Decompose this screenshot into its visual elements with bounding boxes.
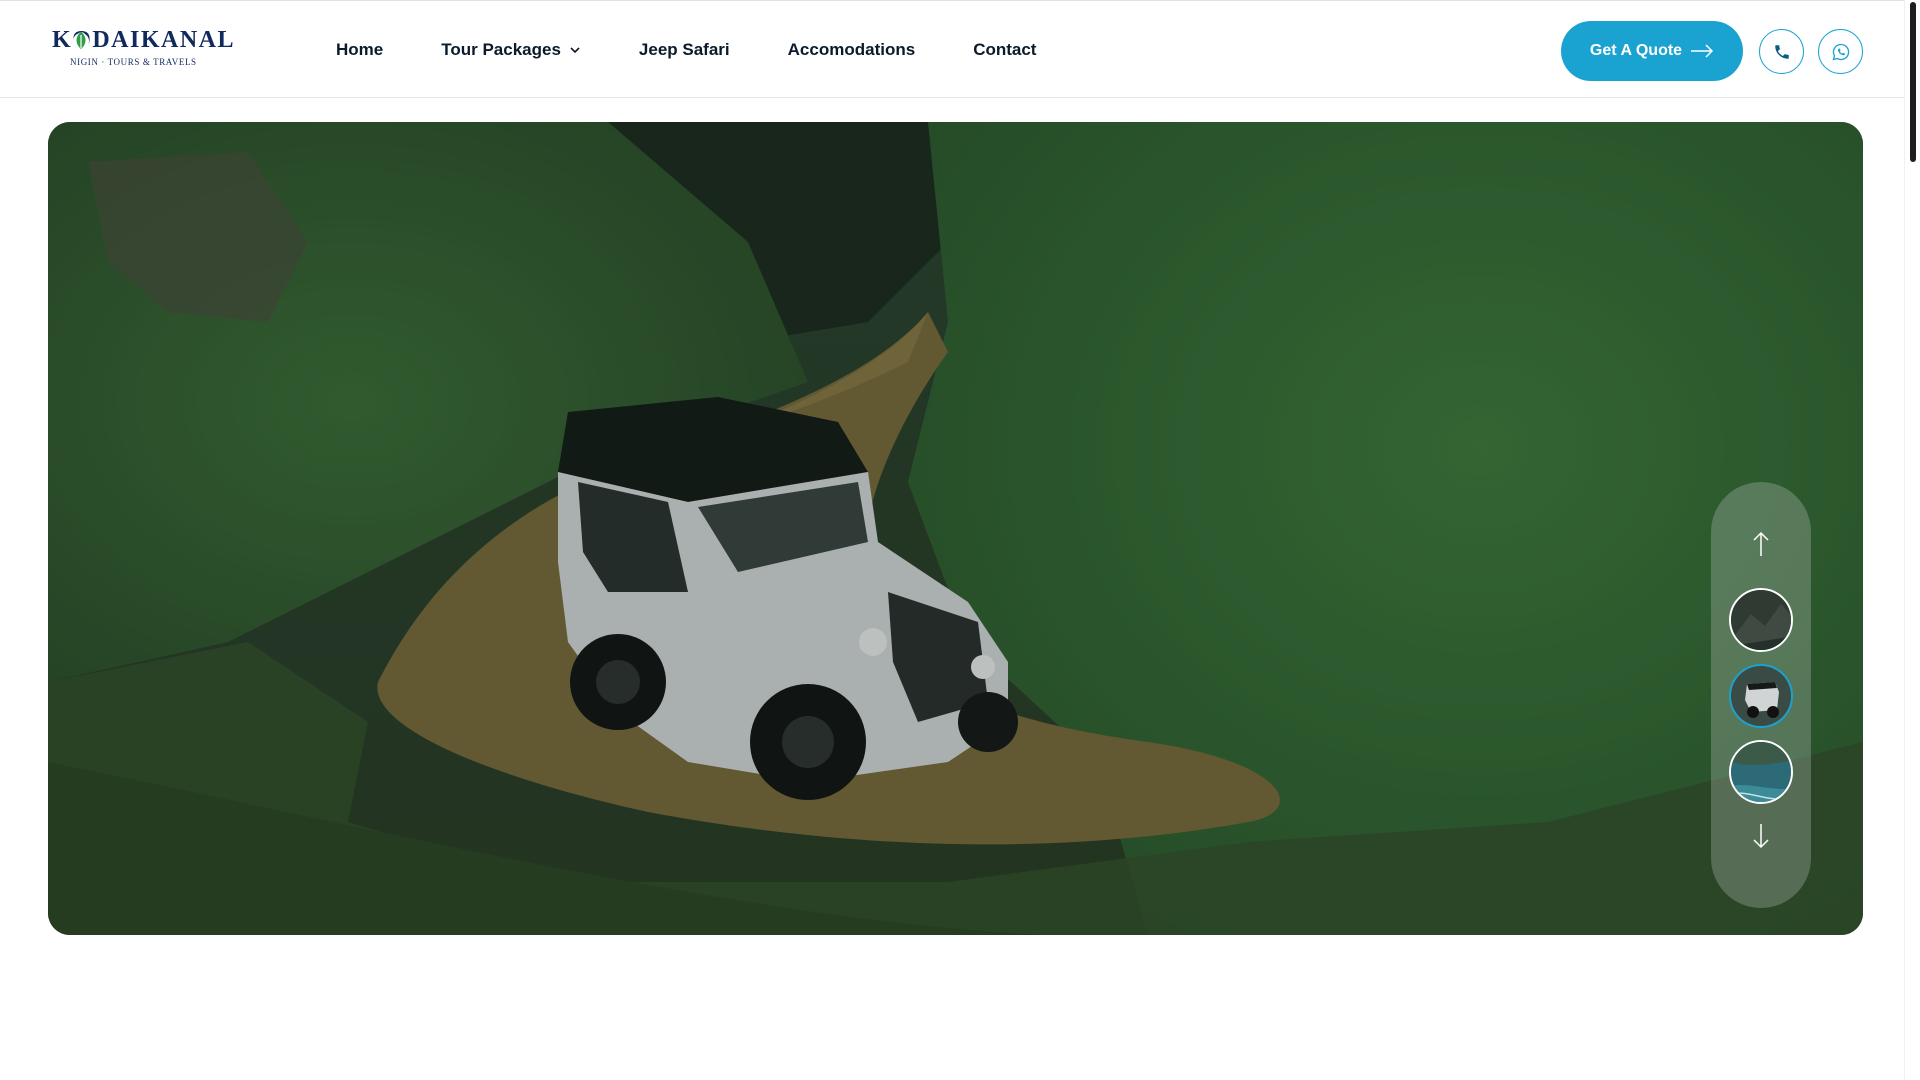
nav-home-label: Home	[336, 40, 384, 59]
get-a-quote-label: Get A Quote	[1589, 42, 1683, 59]
get-a-quote-button[interactable]: Get A Quote	[1561, 21, 1743, 81]
hero-banner	[48, 122, 1863, 935]
chevron-down-icon	[570, 47, 580, 54]
nav-home[interactable]: Home	[336, 40, 383, 60]
jeep-thumbnail-image	[1731, 666, 1791, 726]
nav-tour-packages-label: Tour Packages	[441, 40, 561, 59]
lake-thumbnail[interactable]	[1729, 740, 1793, 804]
nav-accomodations-label: Accomodations	[787, 40, 916, 59]
brand-logo[interactable]: KODAIKANAL NIGIN · TOURS & TRAVELS	[52, 25, 234, 71]
mountain-thumbnail-image	[1731, 590, 1791, 650]
phone-button[interactable]	[1759, 29, 1804, 74]
jeep-thumbnail[interactable]	[1729, 664, 1793, 728]
arrow-up-icon[interactable]	[1749, 530, 1773, 558]
mountain-thumbnail[interactable]	[1729, 588, 1793, 652]
nav-tour-packages[interactable]: Tour Packages	[441, 40, 581, 60]
main-nav: Home Tour Packages Jeep Safari Accomodat…	[336, 1, 1094, 99]
leaf-icon	[73, 32, 89, 49]
nav-accomodations[interactable]: Accomodations	[788, 40, 916, 60]
nav-jeep-safari[interactable]: Jeep Safari	[639, 40, 730, 60]
hero-jeep-image	[48, 122, 1863, 935]
lake-thumbnail-image	[1731, 742, 1791, 802]
brand-tagline: NIGIN · TOURS & TRAVELS	[70, 57, 197, 67]
whatsapp-button[interactable]	[1818, 29, 1863, 74]
arrow-down-icon[interactable]	[1749, 822, 1773, 850]
site-header: KODAIKANAL NIGIN · TOURS & TRAVELS Home …	[0, 0, 1904, 98]
phone-icon	[1774, 44, 1789, 59]
nav-contact-label: Contact	[973, 40, 1037, 59]
hero-slider-nav	[1711, 482, 1811, 908]
nav-contact[interactable]: Contact	[973, 40, 1036, 60]
whatsapp-icon	[1832, 43, 1849, 60]
scrollbar-thumb[interactable]	[1910, 2, 1916, 162]
nav-jeep-safari-label: Jeep Safari	[638, 40, 730, 59]
arrow-right-icon	[1691, 44, 1714, 58]
page-scrollbar[interactable]	[1904, 0, 1920, 1080]
